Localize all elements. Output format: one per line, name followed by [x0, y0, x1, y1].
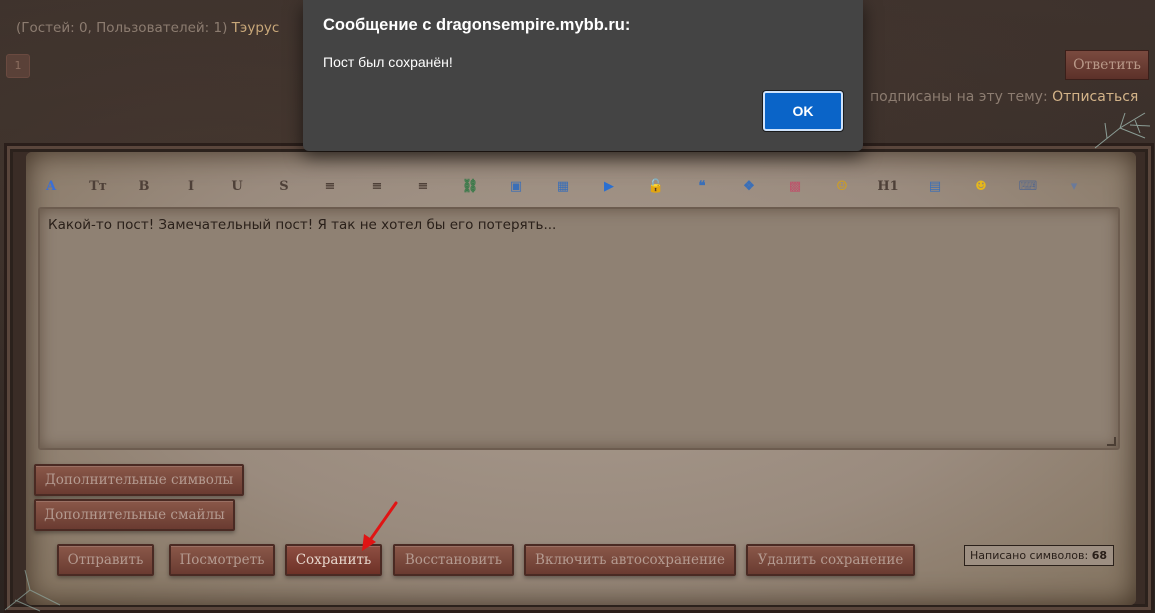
- more-dropdown-icon[interactable]: ▾: [1063, 174, 1085, 198]
- image-icon[interactable]: ▦: [552, 174, 574, 198]
- table-icon[interactable]: ▤: [924, 174, 946, 198]
- book-icon[interactable]: ▣: [505, 174, 527, 198]
- submit-button[interactable]: Отправить: [57, 544, 154, 576]
- dialog-title: Сообщение с dragonsempire.mybb.ru:: [323, 16, 631, 34]
- unsubscribe-link[interactable]: Отписаться: [1052, 89, 1138, 105]
- extra-smiles-button[interactable]: Дополнительные смайлы: [34, 499, 235, 531]
- red-arrow-annotation-icon: [362, 501, 398, 551]
- editor-toolbar: A Tт B I U S ≡ ≡ ≡ ⛓ ▣ ▦ ▶ 🔓 ❝ ❖ ▩ ☺ H1 ▤ ☻ ⌨ ▾: [40, 174, 1110, 200]
- reply-button[interactable]: Ответить: [1065, 50, 1149, 80]
- lock-icon[interactable]: 🔓: [645, 174, 667, 198]
- online-status: (Гостей: 0, Пользователей: 1) Тэурус: [16, 20, 279, 36]
- keyboard-icon[interactable]: ⌨: [1017, 174, 1039, 198]
- online-user-link[interactable]: Тэурус: [232, 20, 280, 36]
- post-textarea[interactable]: Какой-то пост! Замечательный пост! Я так…: [38, 207, 1120, 450]
- restore-button[interactable]: Восстановить: [393, 544, 514, 576]
- page-number[interactable]: 1: [6, 54, 30, 78]
- delete-save-button[interactable]: Удалить сохранение: [746, 544, 915, 576]
- alert-dialog: Сообщение с dragonsempire.mybb.ru: Пост …: [303, 0, 863, 151]
- underline-icon[interactable]: U: [226, 174, 248, 198]
- smiley-icon[interactable]: ☻: [970, 174, 992, 198]
- frost-corner-decoration: [1094, 112, 1151, 149]
- link-icon[interactable]: ⛓: [459, 174, 481, 198]
- ok-button[interactable]: OK: [763, 91, 843, 131]
- subscription-text: подписаны на эту тему:: [870, 89, 1053, 105]
- preview-button[interactable]: Посмотреть: [169, 544, 275, 576]
- char-counter: Написано символов: 68: [964, 545, 1114, 566]
- online-counts: (Гостей: 0, Пользователей: 1): [16, 20, 232, 36]
- char-counter-label: Написано символов:: [970, 549, 1092, 562]
- align-left-icon[interactable]: ≡: [319, 174, 341, 198]
- heading-icon[interactable]: H1: [877, 174, 899, 198]
- strikethrough-icon[interactable]: S: [273, 174, 295, 198]
- bold-icon[interactable]: B: [133, 174, 155, 198]
- char-counter-value: 68: [1091, 549, 1108, 562]
- video-icon[interactable]: ▶: [598, 174, 620, 198]
- italic-icon[interactable]: I: [180, 174, 202, 198]
- resize-handle-icon[interactable]: [1107, 437, 1116, 446]
- font-color-icon[interactable]: A: [40, 174, 62, 198]
- code-icon[interactable]: ❖: [738, 174, 760, 198]
- subscription-status: подписаны на эту тему: Отписаться: [870, 89, 1138, 105]
- autosave-button[interactable]: Включить автосохранение: [524, 544, 736, 576]
- align-right-icon[interactable]: ≡: [412, 174, 434, 198]
- post-text: Какой-то пост! Замечательный пост! Я так…: [48, 217, 557, 233]
- extra-symbols-button[interactable]: Дополнительные символы: [34, 464, 244, 496]
- dialog-message: Пост был сохранён!: [323, 54, 453, 70]
- emoji-icon[interactable]: ☺: [831, 174, 853, 198]
- align-center-icon[interactable]: ≡: [366, 174, 388, 198]
- quote-icon[interactable]: ❝: [691, 174, 713, 198]
- font-size-icon[interactable]: Tт: [87, 174, 109, 198]
- color-grid-icon[interactable]: ▩: [784, 174, 806, 198]
